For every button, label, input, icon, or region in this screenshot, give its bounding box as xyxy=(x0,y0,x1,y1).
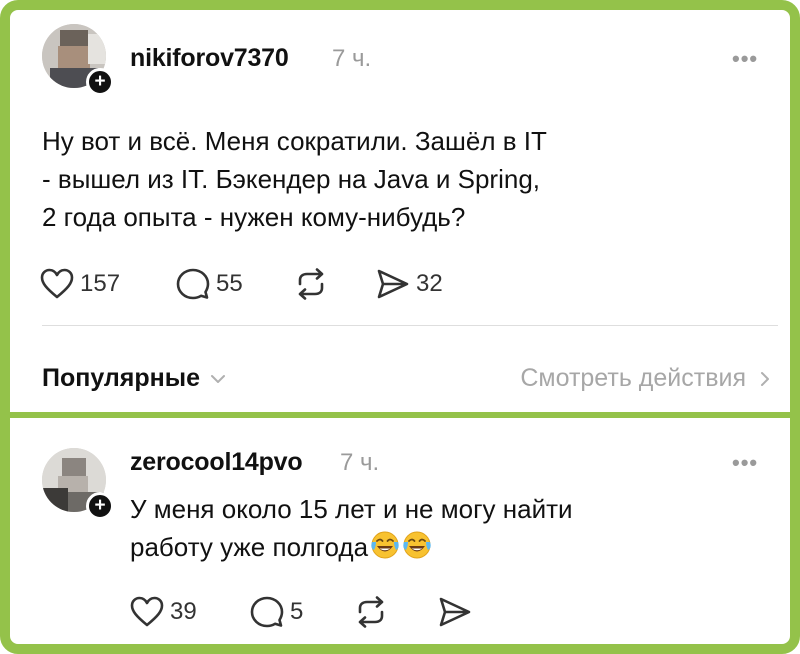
repost-icon xyxy=(358,596,384,628)
comment-icon xyxy=(250,596,284,628)
comment-count: 55 xyxy=(216,270,243,297)
like-button[interactable]: 39 xyxy=(130,596,197,628)
share-button[interactable]: 32 xyxy=(376,268,443,300)
post-text: Ну вот и всё. Меня сократили. Зашёл в IT… xyxy=(42,122,547,236)
view-activity-label: Смотреть действия xyxy=(520,364,746,392)
repost-icon xyxy=(298,268,324,300)
post-username[interactable]: nikiforov7370 xyxy=(130,44,289,73)
reply-timestamp: 7 ч. xyxy=(340,449,380,476)
share-button[interactable] xyxy=(438,596,472,628)
post-text-line: Ну вот и всё. Меня сократили. Зашёл в IT xyxy=(42,126,547,156)
heart-icon xyxy=(40,268,74,299)
view-activity-link[interactable]: Смотреть действия xyxy=(520,364,770,393)
comment-button[interactable]: 5 xyxy=(250,596,303,628)
follow-plus-icon[interactable]: + xyxy=(86,68,114,96)
thread-post: + nikiforov7370 7 ч. ••• Ну вот и всё. М… xyxy=(20,20,790,422)
reply-post: + zerocool14pvo 7 ч. ••• У меня около 15… xyxy=(20,418,790,644)
repost-button[interactable] xyxy=(354,596,388,628)
like-button[interactable]: 157 xyxy=(40,268,120,300)
reply-text-line-2: работу уже полгода xyxy=(130,532,369,562)
comment-icon xyxy=(176,268,210,300)
post-avatar[interactable]: + xyxy=(42,24,114,96)
reply-text-line: работу уже полгода xyxy=(130,528,573,570)
more-options-icon[interactable]: ••• xyxy=(732,450,758,476)
like-count: 157 xyxy=(80,270,121,297)
face-with-tears-of-joy-icon xyxy=(402,530,432,570)
more-options-icon[interactable]: ••• xyxy=(732,46,758,72)
follow-plus-icon[interactable]: + xyxy=(86,492,114,520)
reply-text: У меня около 15 лет и не могу найти рабо… xyxy=(130,490,573,570)
reply-username[interactable]: zerocool14pvo xyxy=(130,448,303,477)
post-text-line: 2 года опыта - нужен кому-нибудь? xyxy=(42,202,466,232)
post-timestamp: 7 ч. xyxy=(332,45,372,72)
face-with-tears-of-joy-icon xyxy=(370,530,400,570)
like-count: 39 xyxy=(170,598,197,625)
post-text-line: - вышел из IT. Бэкендер на Java и Spring… xyxy=(42,164,541,194)
sort-dropdown[interactable]: Популярные xyxy=(42,364,226,393)
reply-avatar[interactable]: + xyxy=(42,448,114,520)
divider xyxy=(42,325,778,326)
send-icon xyxy=(439,597,471,627)
heart-icon xyxy=(130,596,164,627)
comment-count: 5 xyxy=(290,598,304,625)
chevron-right-icon xyxy=(761,371,769,386)
send-icon xyxy=(377,269,409,299)
repost-button[interactable] xyxy=(294,268,328,300)
comment-button[interactable]: 55 xyxy=(176,268,243,300)
chevron-down-icon xyxy=(211,374,226,383)
share-count: 32 xyxy=(416,270,443,297)
reply-text-line: У меня около 15 лет и не могу найти xyxy=(130,494,573,524)
card-frame: + nikiforov7370 7 ч. ••• Ну вот и всё. М… xyxy=(0,0,800,654)
sort-label: Популярные xyxy=(42,364,201,392)
